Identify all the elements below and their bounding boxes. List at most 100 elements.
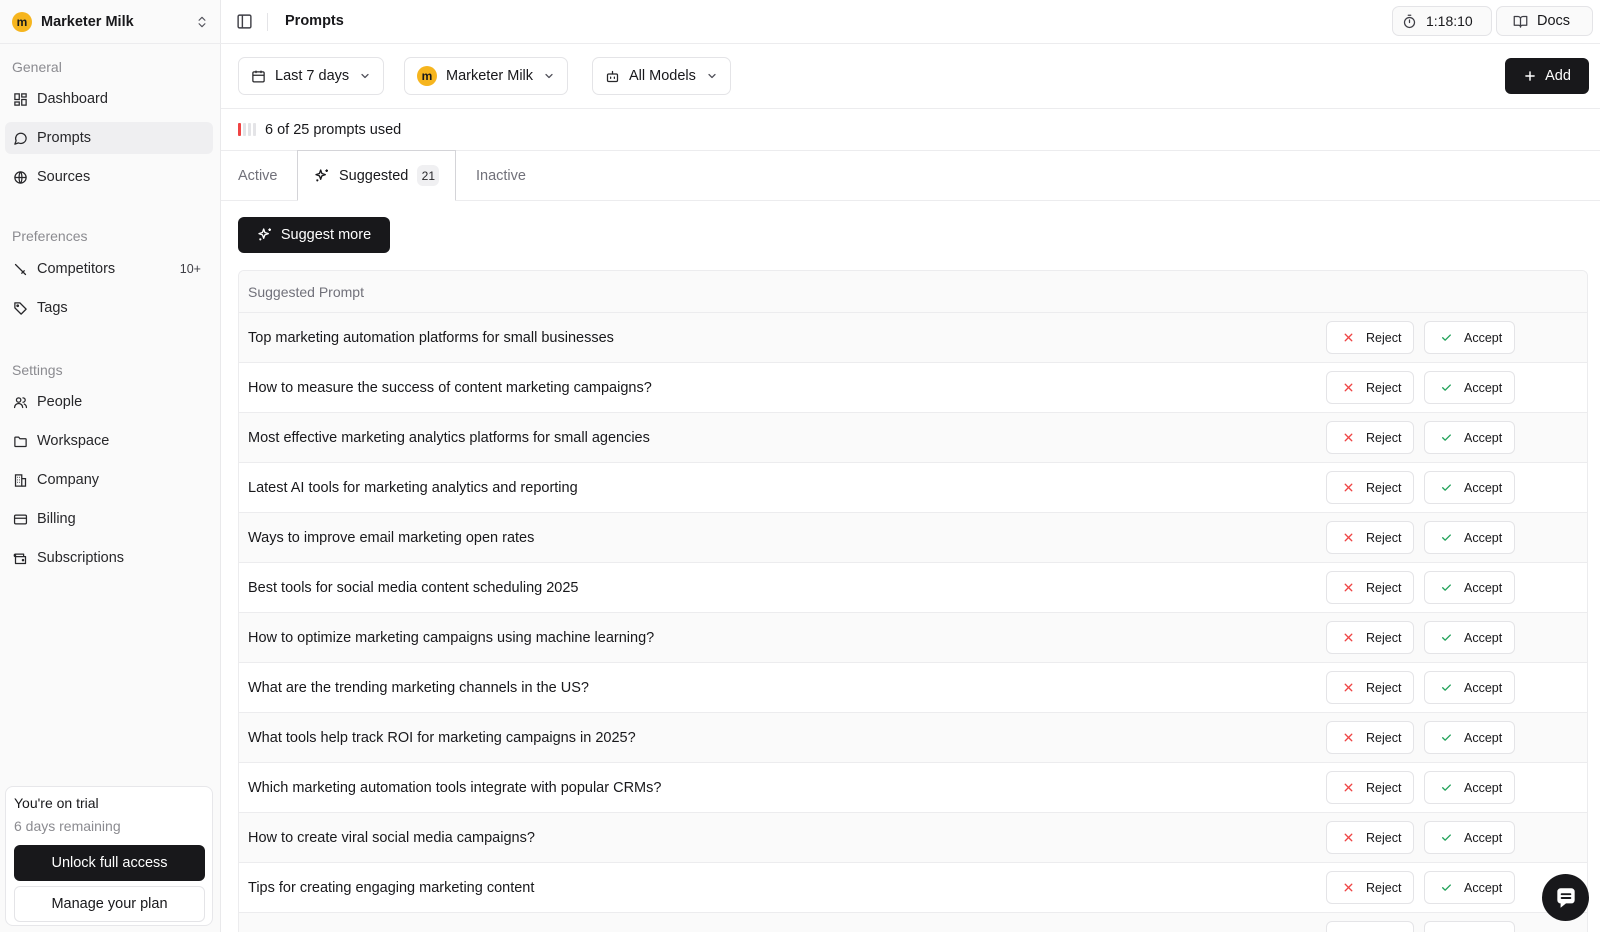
accept-button[interactable]: Accept — [1424, 671, 1515, 704]
table-row: Best tools for social media content sche… — [239, 563, 1587, 613]
reject-button[interactable]: Reject — [1326, 571, 1414, 604]
tab-label: Active — [238, 168, 278, 184]
accept-button[interactable]: Accept — [1424, 821, 1515, 854]
accept-label: Accept — [1464, 680, 1503, 695]
prompt-text: Tips for creating engaging marketing con… — [248, 879, 535, 896]
add-prompt-button[interactable]: Add — [1505, 58, 1589, 94]
trial-title: You're on trial — [14, 795, 99, 811]
chevron-down-icon — [708, 73, 716, 79]
suggest-more-label: Suggest more — [280, 227, 372, 243]
sidebar-item-prompts[interactable]: Prompts — [5, 122, 213, 154]
accept-button[interactable]: Accept — [1424, 921, 1515, 932]
plus-icon — [1525, 71, 1535, 81]
brand-dropdown[interactable]: m Marketer Milk — [404, 57, 569, 95]
reject-button[interactable]: Reject — [1326, 721, 1414, 754]
accept-label: Accept — [1464, 380, 1503, 395]
tab-label: Suggested — [339, 167, 409, 184]
check-icon — [1442, 334, 1451, 341]
manage-plan-button[interactable]: Manage your plan — [14, 886, 205, 922]
sidebar-item-label: Prompts — [37, 130, 91, 146]
sidebar-item-label: Tags — [37, 300, 68, 316]
docs-button[interactable]: Docs — [1496, 6, 1593, 36]
date-range-value: Last 7 days — [275, 68, 350, 84]
section-label-settings: Settings — [12, 362, 63, 378]
tab-active[interactable]: Active — [238, 151, 278, 201]
reject-button[interactable]: Reject — [1326, 771, 1414, 804]
chevrons-up-down-icon — [198, 16, 206, 27]
tab-inactive[interactable]: Inactive — [476, 151, 526, 201]
check-icon — [1442, 784, 1451, 791]
workspace-switcher[interactable]: m Marketer Milk — [0, 0, 221, 44]
sidebar-item-sources[interactable]: Sources — [5, 161, 213, 193]
suggested-count-badge: 21 — [417, 165, 440, 186]
accept-button[interactable]: Accept — [1424, 621, 1515, 654]
reject-label: Reject — [1366, 580, 1402, 595]
x-icon — [1344, 333, 1353, 342]
sidebar-item-label: Billing — [37, 511, 76, 527]
reject-button[interactable]: Reject — [1326, 871, 1414, 904]
prompt-usage: 6 of 25 prompts used — [221, 109, 1600, 151]
tab-suggested[interactable]: Suggested 21 — [297, 150, 457, 201]
usage-bar — [243, 123, 246, 136]
reject-button[interactable]: Reject — [1326, 521, 1414, 554]
chat-widget-button[interactable] — [1542, 874, 1589, 921]
check-icon — [1442, 734, 1451, 741]
date-range-dropdown[interactable]: Last 7 days — [238, 57, 385, 95]
sidebar-item-label: Workspace — [37, 433, 110, 449]
sparkles-icon — [315, 168, 328, 181]
accept-button[interactable]: Accept — [1424, 771, 1515, 804]
sidebar-item-tags[interactable]: Tags — [5, 292, 213, 324]
table-row: Top marketing automation platforms for s… — [239, 313, 1587, 363]
x-icon — [1344, 833, 1353, 842]
reject-label: Reject — [1366, 330, 1402, 345]
sidebar-item-subscriptions[interactable]: Subscriptions — [5, 542, 213, 574]
sidebar-item-dashboard[interactable]: Dashboard — [5, 83, 213, 115]
x-icon — [1344, 683, 1353, 692]
prompt-text: What are the trending marketing channels… — [248, 679, 589, 696]
sidebar-item-people[interactable]: People — [5, 386, 213, 418]
prompt-text: Most effective marketing analytics platf… — [248, 429, 650, 446]
reject-button[interactable]: Reject — [1326, 671, 1414, 704]
x-icon — [1344, 583, 1353, 592]
credit-card-icon — [13, 514, 28, 524]
accept-button[interactable]: Accept — [1424, 321, 1515, 354]
accept-button[interactable]: Accept — [1424, 471, 1515, 504]
usage-bar — [248, 123, 251, 136]
accept-button[interactable]: Accept — [1424, 871, 1515, 904]
sidebar-item-label: Subscriptions — [37, 550, 125, 566]
accept-label: Accept — [1464, 630, 1503, 645]
accept-button[interactable]: Accept — [1424, 371, 1515, 404]
reject-button[interactable]: Reject — [1326, 371, 1414, 404]
timer-badge[interactable]: 1:18:10 — [1392, 6, 1492, 36]
sparkles-icon — [258, 228, 271, 241]
book-open-icon — [1513, 15, 1528, 28]
reject-button[interactable]: Reject — [1326, 471, 1414, 504]
models-dropdown[interactable]: All Models — [592, 57, 731, 95]
sidebar-item-billing[interactable]: Billing — [5, 503, 213, 535]
check-icon — [1442, 384, 1451, 391]
unlock-full-access-button[interactable]: Unlock full access — [14, 845, 205, 881]
suggest-more-button[interactable]: Suggest more — [238, 217, 390, 253]
sidebar-item-company[interactable]: Company — [5, 464, 213, 496]
chat-bubble-icon — [1556, 887, 1575, 908]
reject-button[interactable]: Reject — [1326, 621, 1414, 654]
reject-button[interactable]: Reject — [1326, 321, 1414, 354]
prompt-text: What tools help track ROI for marketing … — [248, 729, 636, 746]
check-icon — [1442, 434, 1451, 441]
reject-button[interactable]: Reject — [1326, 921, 1414, 932]
sidebar-item-label: Company — [37, 472, 100, 488]
reject-label: Reject — [1366, 480, 1402, 495]
sidebar-item-workspace[interactable]: Workspace — [5, 425, 213, 457]
accept-button[interactable]: Accept — [1424, 421, 1515, 454]
prompt-text: How to measure the success of content ma… — [248, 379, 652, 396]
competitors-count: 10+ — [179, 262, 201, 276]
message-circle-icon — [14, 132, 27, 145]
accept-button[interactable]: Accept — [1424, 721, 1515, 754]
sidebar-toggle-icon[interactable] — [236, 13, 253, 30]
chevron-down-icon — [545, 73, 553, 79]
reject-button[interactable]: Reject — [1326, 421, 1414, 454]
sidebar-item-competitors[interactable]: Competitors 10+ — [5, 253, 213, 285]
accept-button[interactable]: Accept — [1424, 521, 1515, 554]
accept-button[interactable]: Accept — [1424, 571, 1515, 604]
reject-button[interactable]: Reject — [1326, 821, 1414, 854]
